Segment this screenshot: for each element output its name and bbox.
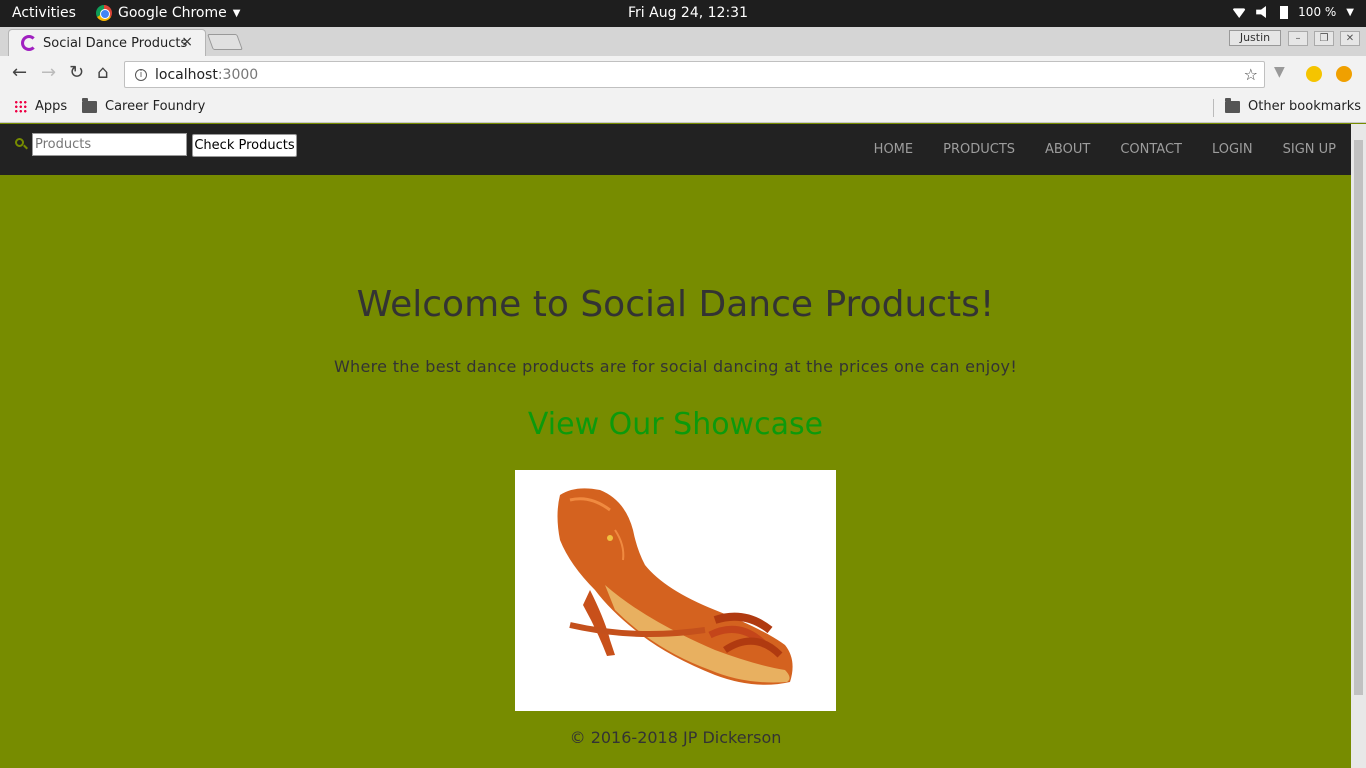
chevron-down-icon: ▼: [232, 7, 241, 19]
web-page: Check Products HOME PRODUCTS ABOUT CONTA…: [0, 124, 1351, 768]
site-nav-links: HOME PRODUCTS ABOUT CONTACT LOGIN SIGN U…: [859, 124, 1351, 175]
tab-social-dance-products[interactable]: Social Dance Products ×: [8, 29, 206, 56]
page-subtitle: Where the best dance products are for so…: [333, 357, 1018, 376]
warning-icon[interactable]: [1336, 66, 1352, 82]
url-port: :3000: [217, 66, 259, 83]
other-bookmarks[interactable]: Other bookmarks: [1225, 97, 1362, 114]
restore-button[interactable]: ❐: [1314, 31, 1334, 46]
nav-login[interactable]: LOGIN: [1197, 124, 1268, 175]
tab-strip: Social Dance Products × Justin – ❐ ✕: [0, 27, 1366, 56]
clock[interactable]: Fri Aug 24, 12:31: [628, 5, 748, 21]
forward-icon[interactable]: →: [41, 64, 56, 82]
folder-icon: [82, 97, 97, 113]
battery-label: 100 %: [1298, 5, 1337, 19]
wifi-icon: [1232, 8, 1247, 18]
back-icon[interactable]: ←: [12, 64, 27, 82]
dance-shoe-image[interactable]: [515, 470, 836, 711]
view-showcase-link[interactable]: View Our Showcase: [0, 407, 1351, 442]
page-title: Welcome to Social Dance Products!: [356, 284, 995, 325]
reload-icon[interactable]: ↻: [69, 64, 84, 82]
bookmark-label: Career Foundry: [105, 99, 206, 114]
volume-icon: [1256, 6, 1266, 18]
site-favicon-icon: [21, 35, 37, 51]
info-icon[interactable]: i: [135, 68, 147, 81]
activities-button[interactable]: Activities: [12, 5, 76, 21]
nav-home[interactable]: HOME: [859, 124, 928, 175]
scrollbar-thumb[interactable]: [1354, 140, 1363, 695]
apps-icon: [14, 100, 27, 113]
check-products-button[interactable]: Check Products: [192, 134, 297, 157]
address-bar[interactable]: i localhost:3000 ☆: [124, 61, 1265, 88]
search-icon: [15, 138, 24, 147]
minimize-button[interactable]: –: [1288, 31, 1308, 46]
app-menu[interactable]: Google Chrome ▼: [96, 5, 240, 21]
bookmark-divider: [1213, 99, 1214, 117]
close-tab-icon[interactable]: ×: [181, 34, 193, 50]
bookmarks-bar: Apps Career Foundry Other bookmarks: [0, 92, 1366, 123]
battery-icon: [1280, 5, 1289, 19]
bookmark-apps[interactable]: Apps: [14, 99, 67, 114]
page-footer: © 2016-2018 JP Dickerson: [569, 728, 782, 747]
home-icon[interactable]: ⌂: [97, 64, 108, 82]
browser-toolbar: ← → ↻ ⌂ i localhost:3000 ☆ ▼: [0, 56, 1366, 92]
tab-title: Social Dance Products: [43, 35, 188, 51]
nav-contact[interactable]: CONTACT: [1105, 124, 1197, 175]
nav-about[interactable]: ABOUT: [1030, 124, 1105, 175]
dance-shoe-illustration: [557, 488, 793, 685]
chrome-icon: [96, 5, 112, 21]
star-icon[interactable]: ☆: [1244, 65, 1258, 84]
chevron-down-icon: ▼: [1346, 6, 1354, 18]
nav-sign-up[interactable]: SIGN UP: [1268, 124, 1351, 175]
new-tab-button[interactable]: [207, 34, 243, 50]
other-bookmarks-label: Other bookmarks: [1248, 99, 1362, 114]
profile-button[interactable]: Justin: [1229, 30, 1281, 46]
app-menu-label: Google Chrome: [118, 5, 227, 21]
system-top-bar: Activities Google Chrome ▼ Fri Aug 24, 1…: [0, 0, 1366, 27]
bookmark-career-foundry[interactable]: Career Foundry: [82, 97, 206, 114]
page-scrollbar[interactable]: [1351, 124, 1366, 768]
vue-extension-icon[interactable]: ▼: [1274, 64, 1290, 80]
product-search-input[interactable]: [32, 133, 187, 156]
system-tray[interactable]: 100 % ▼: [1232, 5, 1354, 19]
folder-icon: [1225, 97, 1240, 113]
url-host: localhost: [155, 66, 218, 83]
bookmark-label: Apps: [35, 99, 68, 114]
site-navbar: Check Products HOME PRODUCTS ABOUT CONTA…: [0, 124, 1351, 175]
nav-products[interactable]: PRODUCTS: [928, 124, 1030, 175]
extension-moon-icon[interactable]: [1306, 66, 1322, 82]
close-window-button[interactable]: ✕: [1340, 31, 1360, 46]
